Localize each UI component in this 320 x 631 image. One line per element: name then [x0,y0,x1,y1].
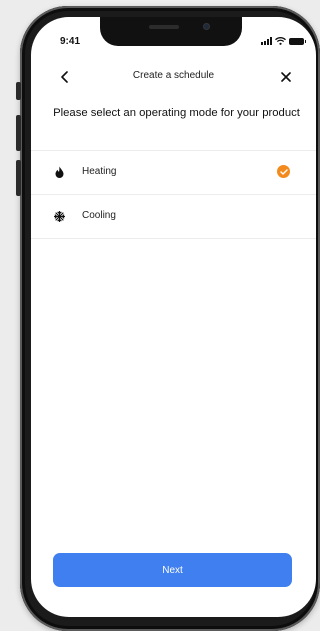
volume-up-button [16,115,21,151]
speaker [149,25,179,29]
option-label: Cooling [82,210,116,221]
mute-switch [16,82,21,100]
status-time: 9:41 [60,36,81,47]
checkmark-icon [277,165,290,178]
status-icons [261,37,306,45]
wifi-icon [275,37,286,45]
option-heating[interactable]: Heating [31,150,316,194]
mode-prompt: Please select an operating mode for your… [53,107,300,119]
close-icon[interactable] [279,70,293,84]
battery-icon [289,37,306,45]
signal-icon [261,37,272,45]
snowflake-icon [52,209,66,223]
next-button[interactable]: Next [53,553,292,587]
page-title: Create a schedule [132,70,215,81]
phone-screen: 9:41 Create a schedule Please select an … [31,17,316,617]
flame-icon [52,165,66,179]
volume-down-button [16,160,21,196]
notch [100,17,242,46]
option-label: Heating [82,166,117,177]
option-cooling[interactable]: Cooling [31,194,316,238]
front-camera [203,23,210,30]
back-icon[interactable] [58,70,72,84]
divider [31,238,316,239]
